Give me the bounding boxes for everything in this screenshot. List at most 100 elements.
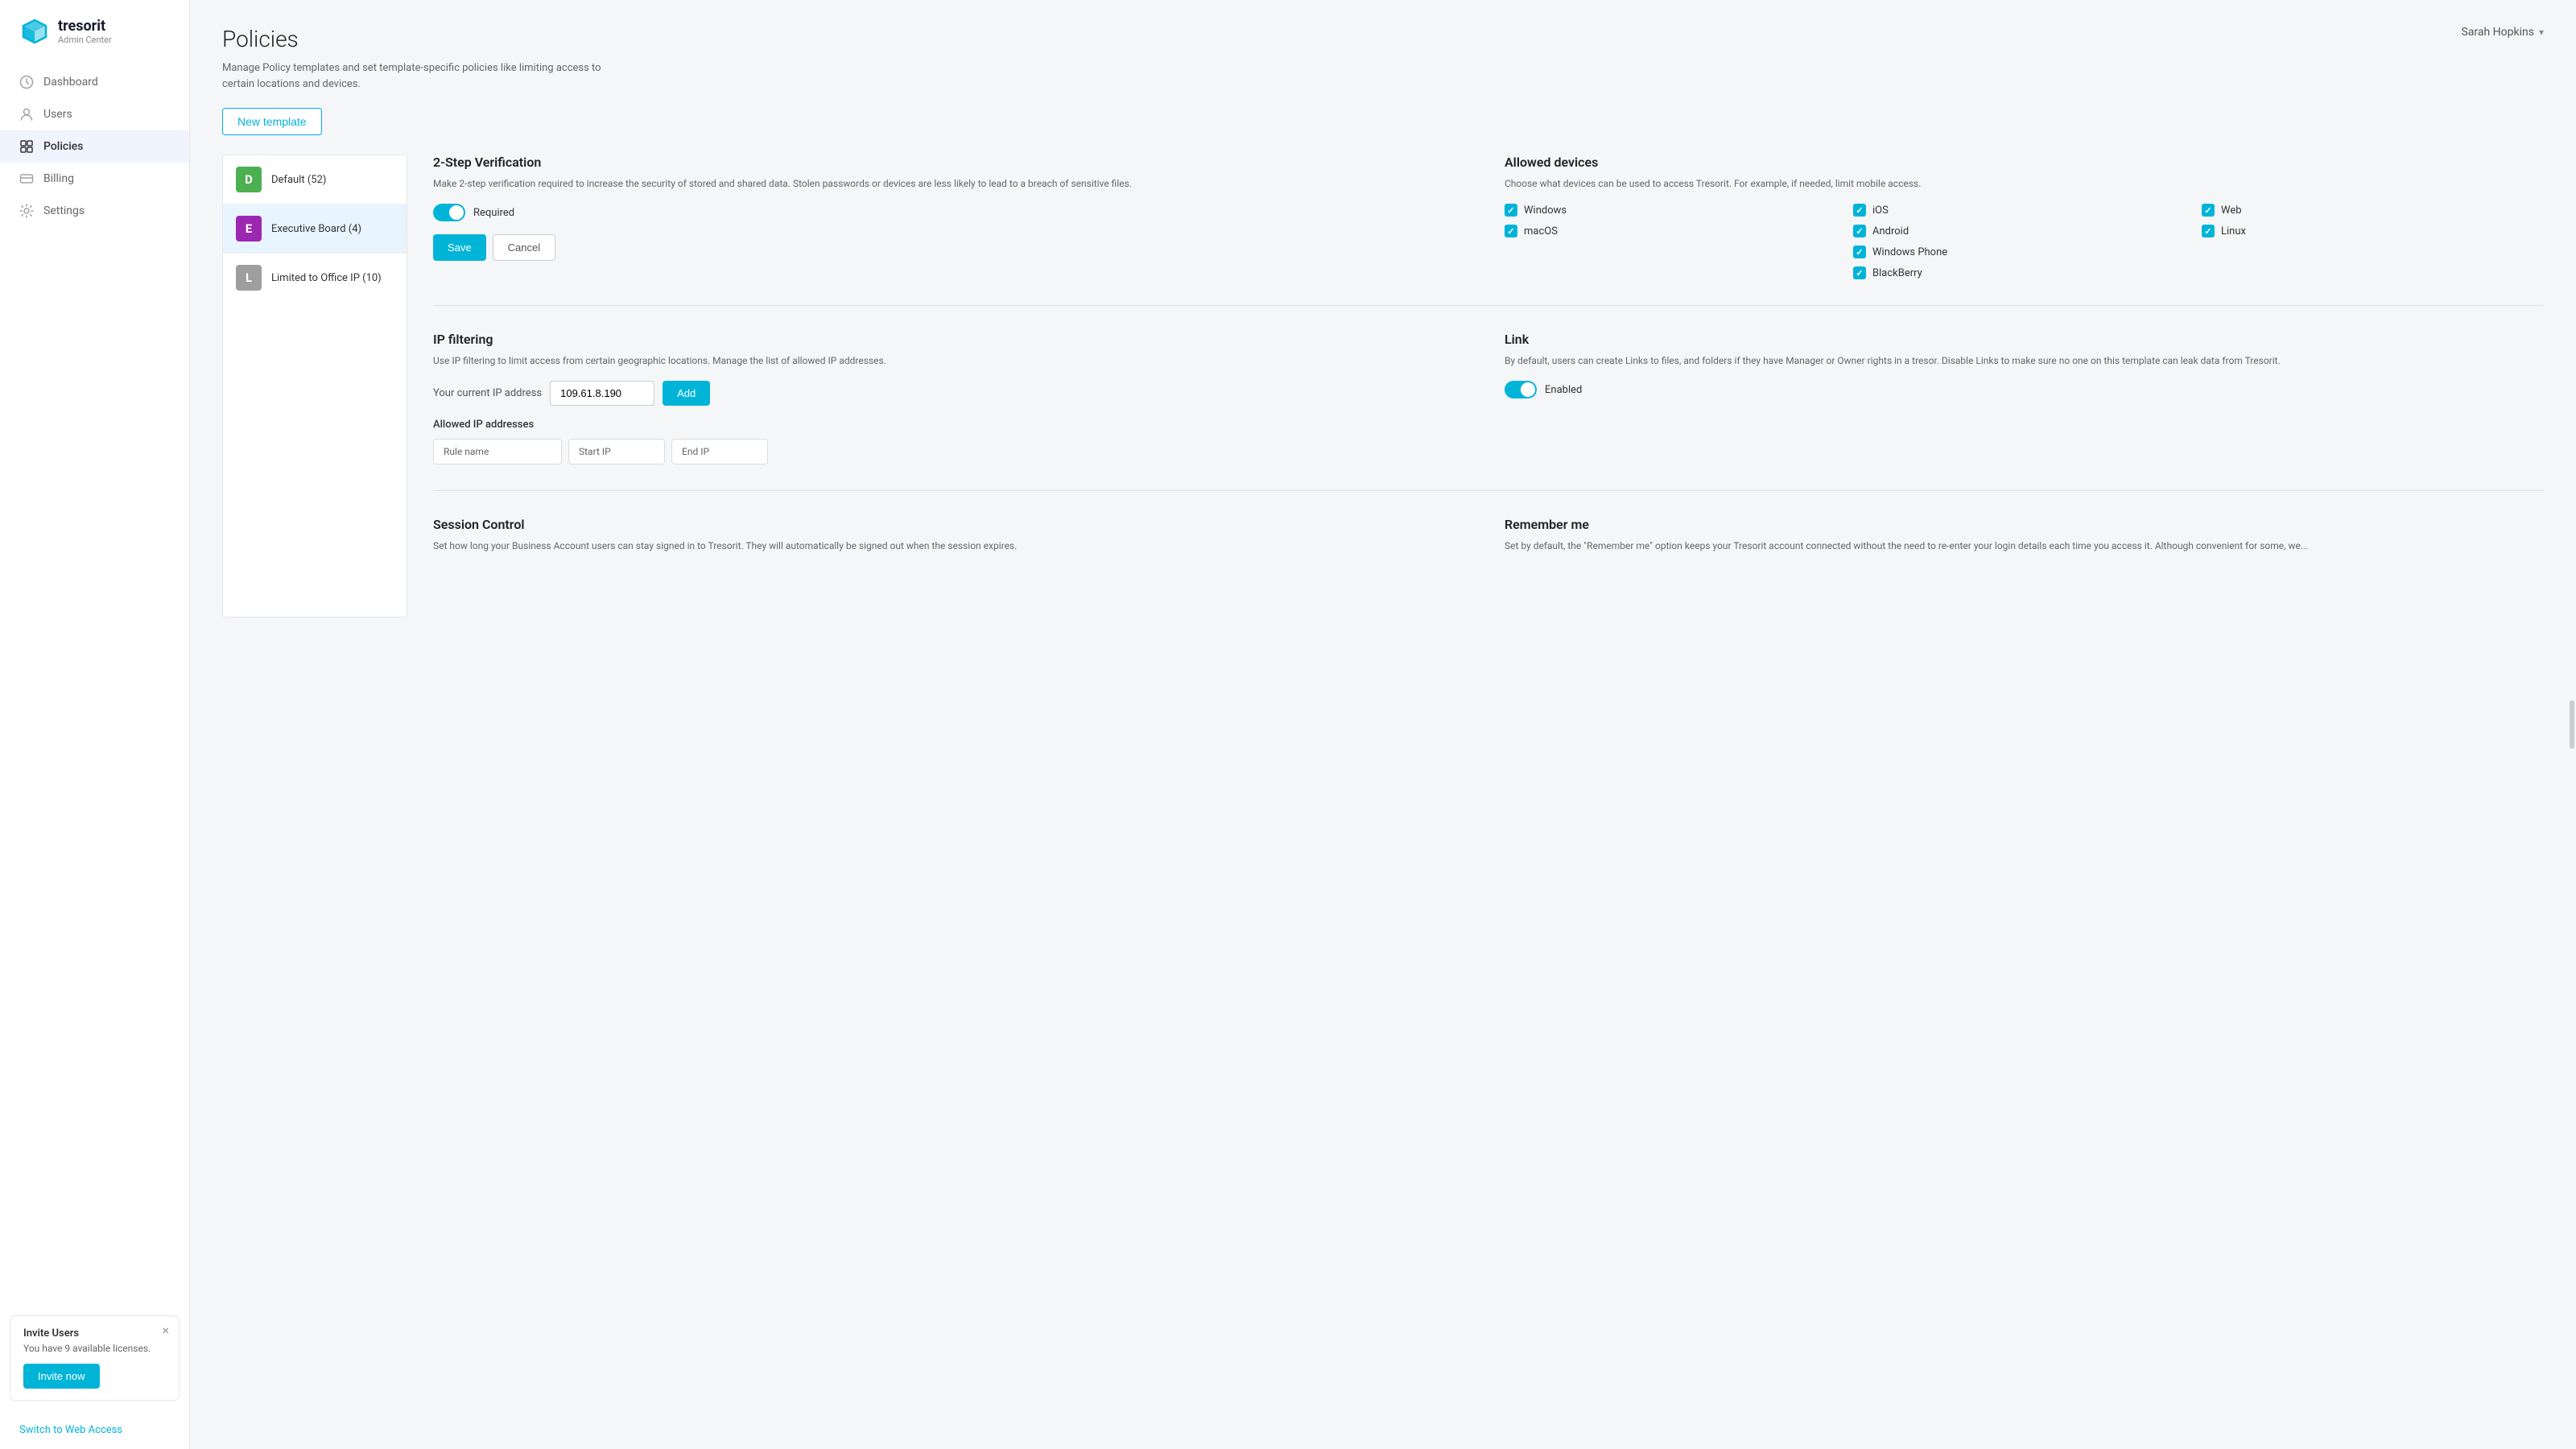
two-step-section: 2-Step Verification Make 2-step verifica… — [433, 155, 1472, 279]
policy-row-ip: IP filtering Use IP filtering to limit a… — [433, 332, 2544, 491]
allowed-devices-section: Allowed devices Choose what devices can … — [1505, 155, 2544, 279]
policy-row-verification: 2-Step Verification Make 2-step verifica… — [433, 155, 2544, 306]
devices-grid: Windows iOS Web macOS — [1505, 204, 2544, 279]
two-step-btn-row: Save Cancel — [433, 234, 1472, 261]
sidebar-bottom: Switch to Web Access — [0, 1410, 189, 1449]
allowed-devices-title: Allowed devices — [1505, 155, 2544, 170]
template-name-executive: Executive Board (4) — [271, 223, 361, 235]
device-android: Android — [1853, 225, 2195, 237]
invite-title: Invite Users — [23, 1327, 166, 1340]
switch-web-access-link[interactable]: Switch to Web Access — [19, 1424, 122, 1436]
user-menu[interactable]: Sarah Hopkins ▾ — [2461, 26, 2544, 39]
ip-filtering-desc: Use IP filtering to limit access from ce… — [433, 353, 1472, 368]
invite-description: You have 9 available licenses. — [23, 1343, 166, 1354]
current-ip-row: Your current IP address Add — [433, 381, 1472, 406]
sidebar-nav: Dashboard Users Policies Billing — [0, 60, 189, 1306]
sidebar-item-dashboard-label: Dashboard — [43, 76, 98, 89]
template-name-default: Default (52) — [271, 174, 326, 186]
device-web: Web — [2202, 204, 2544, 217]
template-avatar-limited: L — [236, 265, 262, 291]
allowed-ip-label: Allowed IP addresses — [433, 419, 1472, 431]
ip-col-end: End IP — [671, 439, 768, 464]
remember-me-section: Remember me Set by default, the "Remembe… — [1505, 517, 2544, 566]
page-title: Policies — [222, 26, 625, 52]
invite-close-button[interactable]: × — [162, 1324, 169, 1337]
page-header: Policies Manage Policy templates and set… — [222, 26, 625, 155]
tresorit-logo-icon — [19, 16, 50, 47]
sidebar-item-settings-label: Settings — [43, 204, 85, 217]
settings-icon — [19, 204, 34, 218]
ip-col-start: Start IP — [568, 439, 665, 464]
page-description: Manage Policy templates and set template… — [222, 60, 625, 92]
device-macos-label: macOS — [1524, 225, 1558, 237]
device-android-checkbox[interactable] — [1853, 225, 1866, 237]
two-step-toggle-row: Required — [433, 204, 1472, 221]
link-toggle[interactable] — [1505, 381, 1537, 398]
sidebar-item-dashboard[interactable]: Dashboard — [0, 66, 189, 98]
device-windows-phone-checkbox[interactable] — [1853, 246, 1866, 258]
template-avatar-default: D — [236, 167, 262, 192]
logo-area: tresorit Admin Center — [0, 0, 189, 60]
scrollbar[interactable] — [2570, 700, 2574, 749]
two-step-toggle[interactable] — [433, 204, 465, 221]
device-linux-label: Linux — [2221, 225, 2246, 237]
clock-icon — [19, 75, 34, 89]
invite-banner: × Invite Users You have 9 available lice… — [10, 1315, 180, 1401]
ip-table-header: Rule name Start IP End IP — [433, 439, 1472, 464]
device-windows-checkbox[interactable] — [1505, 204, 1517, 217]
policy-sections: 2-Step Verification Make 2-step verifica… — [407, 155, 2544, 617]
device-macos: macOS — [1505, 225, 1847, 237]
sidebar-item-settings[interactable]: Settings — [0, 195, 189, 227]
device-web-label: Web — [2221, 204, 2242, 217]
template-avatar-executive: E — [236, 216, 262, 242]
user-chevron-icon: ▾ — [2539, 27, 2544, 38]
device-linux: Linux — [2202, 225, 2544, 237]
remember-me-desc: Set by default, the "Remember me" option… — [1505, 539, 2544, 553]
device-blackberry: BlackBerry — [1853, 266, 2195, 279]
new-template-button[interactable]: New template — [222, 108, 322, 135]
link-toggle-row: Enabled — [1505, 381, 2544, 398]
device-windows: Windows — [1505, 204, 1847, 217]
device-macos-checkbox[interactable] — [1505, 225, 1517, 237]
device-linux-checkbox[interactable] — [2202, 225, 2215, 237]
device-ios: iOS — [1853, 204, 2195, 217]
grid-icon — [19, 139, 34, 154]
current-ip-label: Your current IP address — [433, 387, 542, 399]
template-item-executive[interactable]: E Executive Board (4) — [223, 204, 407, 254]
remember-me-title: Remember me — [1505, 517, 2544, 532]
sidebar-item-policies[interactable]: Policies — [0, 130, 189, 163]
invite-now-button[interactable]: Invite now — [23, 1364, 100, 1389]
sidebar-item-users[interactable]: Users — [0, 98, 189, 130]
template-list: D Default (52) E Executive Board (4) L L… — [222, 155, 407, 617]
ip-filtering-section: IP filtering Use IP filtering to limit a… — [433, 332, 1472, 464]
add-ip-button[interactable]: Add — [663, 381, 710, 406]
template-item-default[interactable]: D Default (52) — [223, 155, 407, 204]
card-icon — [19, 171, 34, 186]
user-name: Sarah Hopkins — [2461, 26, 2534, 39]
ip-col-rule-name: Rule name — [433, 439, 562, 464]
app-subtitle: Admin Center — [58, 35, 112, 45]
content-layout: D Default (52) E Executive Board (4) L L… — [222, 155, 2544, 617]
device-ios-checkbox[interactable] — [1853, 204, 1866, 217]
device-blackberry-checkbox[interactable] — [1853, 266, 1866, 279]
template-item-limited[interactable]: L Limited to Office IP (10) — [223, 254, 407, 302]
session-control-desc: Set how long your Business Account users… — [433, 539, 1472, 553]
sidebar-item-billing[interactable]: Billing — [0, 163, 189, 195]
session-control-section: Session Control Set how long your Busine… — [433, 517, 1472, 566]
link-section: Link By default, users can create Links … — [1505, 332, 2544, 464]
link-title: Link — [1505, 332, 2544, 347]
sidebar: tresorit Admin Center Dashboard Users — [0, 0, 190, 1449]
two-step-save-button[interactable]: Save — [433, 234, 486, 261]
device-web-checkbox[interactable] — [2202, 204, 2215, 217]
session-control-title: Session Control — [433, 517, 1472, 532]
link-toggle-label: Enabled — [1545, 384, 1582, 396]
top-bar: Policies Manage Policy templates and set… — [222, 26, 2544, 155]
sidebar-item-policies-label: Policies — [43, 140, 84, 153]
two-step-title: 2-Step Verification — [433, 155, 1472, 170]
current-ip-input[interactable] — [550, 381, 654, 406]
main-content: Policies Manage Policy templates and set… — [190, 0, 2576, 1449]
two-step-cancel-button[interactable]: Cancel — [493, 234, 555, 261]
ip-filtering-title: IP filtering — [433, 332, 1472, 347]
policy-row-session: Session Control Set how long your Busine… — [433, 517, 2544, 592]
app-name: tresorit — [58, 18, 112, 35]
